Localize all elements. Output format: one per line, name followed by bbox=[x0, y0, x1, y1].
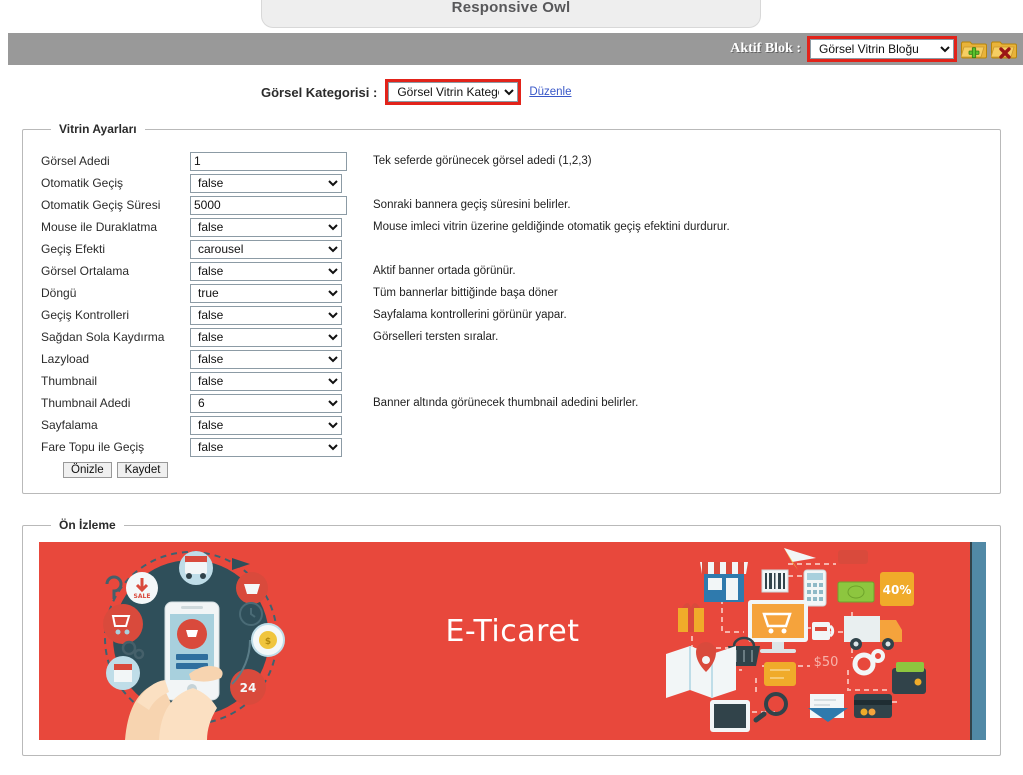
settings-row: Geçiş Efekti carousel bbox=[23, 238, 1000, 260]
settings-row-control: false bbox=[190, 305, 360, 325]
banner-preview[interactable]: SALE $ 24 E-Ticaret 40% $50 bbox=[39, 542, 986, 740]
active-block-select[interactable]: Görsel Vitrin Bloğu bbox=[810, 39, 954, 59]
settings-row: Döngü true Tüm bannerlar bittiğinde başa d… bbox=[23, 282, 1000, 304]
settings-row-label: Geçiş Efekti bbox=[41, 242, 106, 256]
settings-text-input[interactable] bbox=[190, 151, 347, 171]
settings-row-label: Sayfalama bbox=[41, 418, 98, 432]
settings-legend: Vitrin Ayarları bbox=[59, 122, 137, 136]
settings-row: Lazyload false bbox=[23, 348, 1000, 370]
settings-row-control: false bbox=[190, 327, 360, 347]
preview-legend: Ön İzleme bbox=[59, 518, 116, 532]
settings-row: Görsel Ortalama false Aktif banner ortada … bbox=[23, 260, 1000, 282]
settings-row-control bbox=[190, 195, 360, 215]
preview-panel: Ön İzleme SALE $ 24 E-Ticaret 40% $50 bbox=[22, 518, 1001, 756]
active-block-label: Aktif Blok : bbox=[730, 41, 801, 56]
folder-add-icon[interactable] bbox=[960, 38, 987, 60]
settings-row-control: false bbox=[190, 415, 360, 435]
settings-row-label: Görsel Adedi bbox=[41, 154, 110, 168]
settings-row-control: false bbox=[190, 349, 360, 369]
settings-select[interactable]: false bbox=[190, 437, 342, 457]
settings-select[interactable]: false bbox=[190, 217, 342, 237]
settings-row-control: false bbox=[190, 173, 360, 193]
settings-row-label: Görsel Ortalama bbox=[41, 264, 130, 278]
save-button[interactable]: Kaydet bbox=[116, 462, 169, 478]
settings-row-label: Fare Topu ile Geçiş bbox=[41, 440, 145, 454]
form-actions: Önizle Kaydet bbox=[23, 462, 1000, 478]
settings-row-control: false bbox=[190, 217, 360, 237]
category-row: Görsel Kategorisi : Görsel Vitrin Katego… bbox=[0, 78, 1023, 106]
settings-text-input[interactable] bbox=[190, 195, 347, 215]
settings-row: Sayfalama false bbox=[23, 414, 1000, 436]
settings-select[interactable]: 6 bbox=[190, 393, 342, 413]
settings-row-label: Mouse ile Duraklatma bbox=[41, 220, 158, 234]
settings-select[interactable]: false bbox=[190, 371, 342, 391]
settings-row: Mouse ile Duraklatma false Mouse imleci vi… bbox=[23, 216, 1000, 238]
preview-button[interactable]: Önizle bbox=[63, 462, 112, 478]
settings-row-description: Sayfalama kontrollerini görünür yapar. bbox=[373, 309, 567, 321]
settings-select[interactable]: false bbox=[190, 349, 342, 369]
category-highlight: Görsel Vitrin Kategori bbox=[385, 79, 522, 105]
settings-row-control bbox=[190, 151, 360, 171]
category-select[interactable]: Görsel Vitrin Kategori bbox=[388, 82, 519, 102]
settings-row-control: true bbox=[190, 283, 360, 303]
page-root: Responsive Owl Aktif Blok : Görsel Vitri… bbox=[0, 0, 1023, 775]
settings-select[interactable]: true bbox=[190, 283, 342, 303]
showcase-settings-panel: Vitrin Ayarları Görsel Adedi Tek seferde … bbox=[22, 122, 1001, 494]
settings-row-control: carousel bbox=[190, 239, 360, 259]
settings-row-label: Otomatik Geçiş Süresi bbox=[41, 198, 161, 212]
settings-select[interactable]: false bbox=[190, 415, 342, 435]
settings-row: Görsel Adedi Tek seferde görünecek görsel… bbox=[23, 150, 1000, 172]
settings-select[interactable]: false bbox=[190, 327, 342, 347]
settings-select[interactable]: false bbox=[190, 305, 342, 325]
settings-row-control: false bbox=[190, 437, 360, 457]
settings-row-control: false bbox=[190, 371, 360, 391]
settings-row: Otomatik Geçiş Süresi Sonraki bannera geç… bbox=[23, 194, 1000, 216]
settings-row: Sağdan Sola Kaydırma false Görselleri ters… bbox=[23, 326, 1000, 348]
settings-row-control: 6 bbox=[190, 393, 360, 413]
category-edit-link[interactable]: Düzenle bbox=[529, 86, 571, 98]
settings-row-description: Mouse imleci vitrin üzerine geldiğinde o… bbox=[373, 221, 730, 233]
settings-row: Thumbnail Adedi 6 Banner altında görünecek… bbox=[23, 392, 1000, 414]
hours-badge-text: 24 bbox=[240, 681, 257, 695]
banner-right-edge bbox=[970, 542, 986, 740]
page-title: Responsive Owl bbox=[451, 0, 571, 16]
settings-row-label: Döngü bbox=[41, 286, 77, 300]
price-tag-text: $50 bbox=[814, 655, 839, 670]
settings-row-label: Thumbnail bbox=[41, 374, 98, 388]
settings-select[interactable]: carousel bbox=[190, 239, 342, 259]
banner-wrapper: SALE $ 24 E-Ticaret 40% $50 bbox=[23, 532, 1000, 740]
settings-row: Geçiş Kontrolleri false Sayfalama kontroll… bbox=[23, 304, 1000, 326]
settings-select[interactable]: false bbox=[190, 173, 342, 193]
active-block-toolbar: Aktif Blok : Görsel Vitrin Bloğu bbox=[8, 33, 1023, 65]
settings-row-label: Geçiş Kontrolleri bbox=[41, 308, 130, 322]
settings-row-label: Sağdan Sola Kaydırma bbox=[41, 330, 165, 344]
settings-row: Thumbnail false bbox=[23, 370, 1000, 392]
category-label: Görsel Kategorisi : bbox=[261, 84, 378, 100]
settings-row-control: false bbox=[190, 261, 360, 281]
settings-select[interactable]: false bbox=[190, 261, 342, 281]
sale-badge-text: SALE bbox=[134, 593, 151, 600]
settings-row-description: Görselleri tersten sıralar. bbox=[373, 331, 499, 343]
settings-row: Otomatik Geçiş false bbox=[23, 172, 1000, 194]
settings-row-description: Sonraki bannera geçiş süresini belirler. bbox=[373, 199, 571, 211]
banner-right-artwork: 40% $50 bbox=[666, 548, 926, 732]
settings-row-description: Tüm bannerlar bittiğinde başa döner bbox=[373, 287, 558, 299]
settings-row-label: Lazyload bbox=[41, 352, 90, 366]
settings-row-description: Banner altında görünecek thumbnail adedi… bbox=[373, 397, 639, 409]
settings-row: Fare Topu ile Geçiş false bbox=[23, 436, 1000, 458]
folder-delete-icon[interactable] bbox=[990, 38, 1017, 60]
settings-row-label: Otomatik Geçiş bbox=[41, 176, 124, 190]
settings-row-description: Tek seferde görünecek görsel adedi (1,2,… bbox=[373, 155, 592, 167]
settings-row-label: Thumbnail Adedi bbox=[41, 396, 131, 410]
settings-row-description: Aktif banner ortada görünür. bbox=[373, 265, 516, 277]
discount-badge-text: 40% bbox=[883, 583, 912, 597]
app-title-tab: Responsive Owl bbox=[261, 0, 761, 28]
active-block-highlight: Görsel Vitrin Bloğu bbox=[807, 36, 957, 62]
settings-form: Görsel Adedi Tek seferde görünecek görsel… bbox=[23, 136, 1000, 458]
